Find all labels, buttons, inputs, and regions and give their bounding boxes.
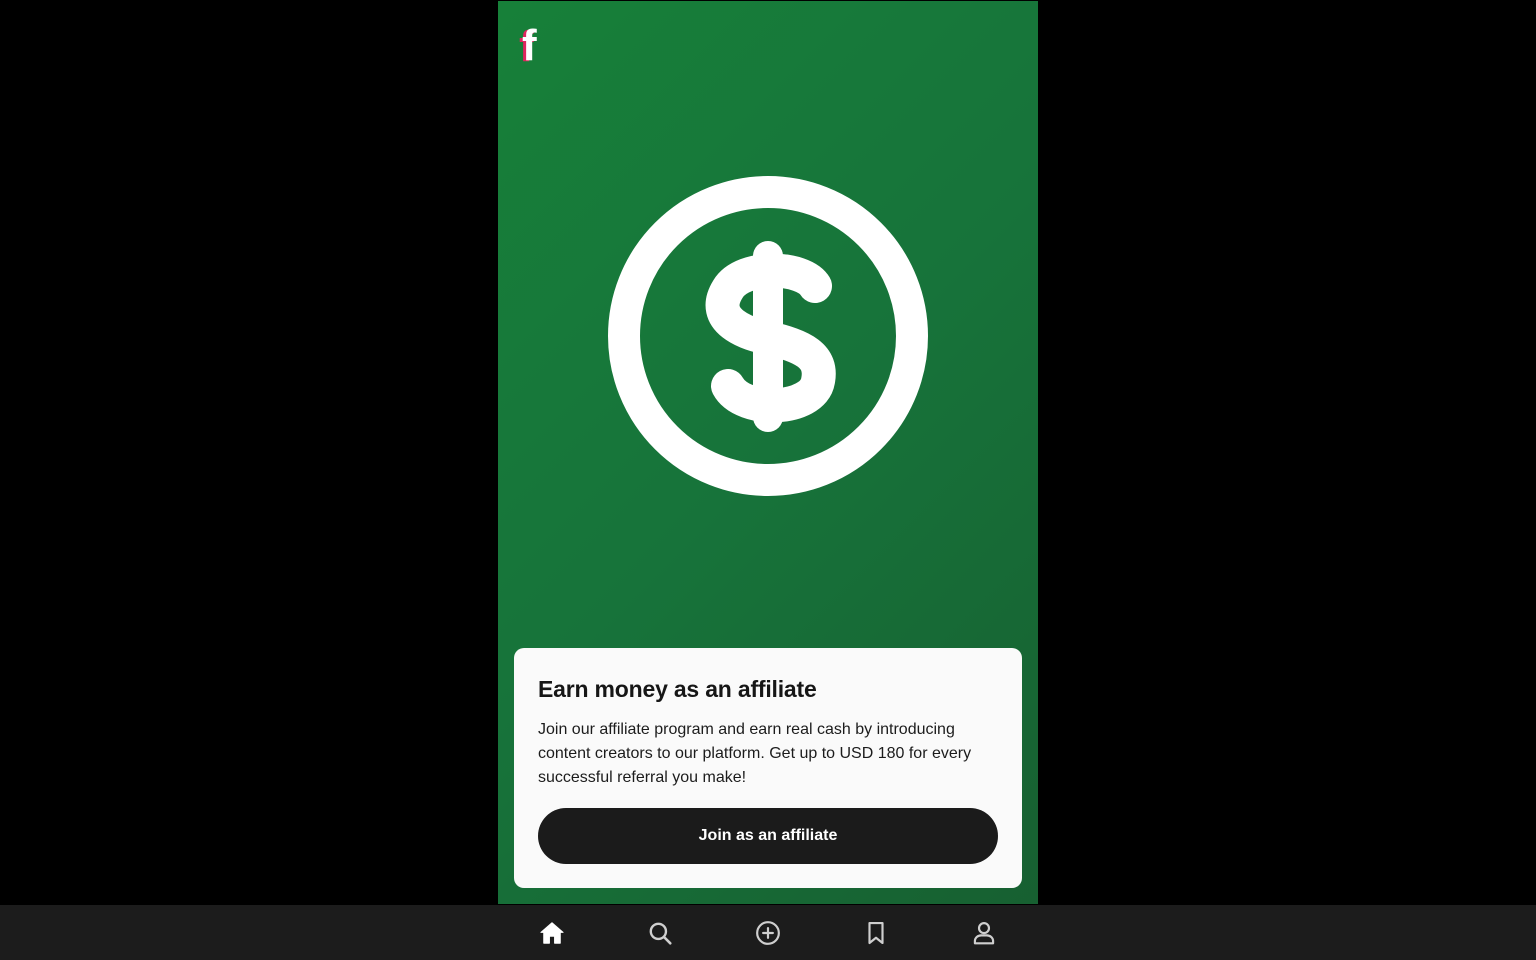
plus-circle-icon [755,920,781,946]
nav-home[interactable] [536,917,568,949]
affiliate-card: Earn money as an affiliate Join our affi… [514,648,1022,888]
brand-logo-letter: f [522,21,537,69]
join-affiliate-button[interactable]: Join as an affiliate [538,808,998,864]
card-description: Join our affiliate program and earn real… [538,721,972,786]
bottom-nav [0,905,1536,960]
dollar-coin-icon [608,176,928,496]
nav-saved[interactable] [860,917,892,949]
brand-logo-icon[interactable]: f f [516,19,546,69]
nav-create[interactable] [752,917,784,949]
user-icon [971,920,997,946]
home-icon [539,920,565,946]
search-icon [647,920,673,946]
nav-profile[interactable] [968,917,1000,949]
affiliate-screen: f f Earn money as an affiliate Join our … [498,1,1038,904]
card-title: Earn money as an affiliate [538,676,817,702]
viewport: f f Earn money as an affiliate Join our … [0,0,1536,960]
nav-search[interactable] [644,917,676,949]
bookmark-icon [863,920,889,946]
